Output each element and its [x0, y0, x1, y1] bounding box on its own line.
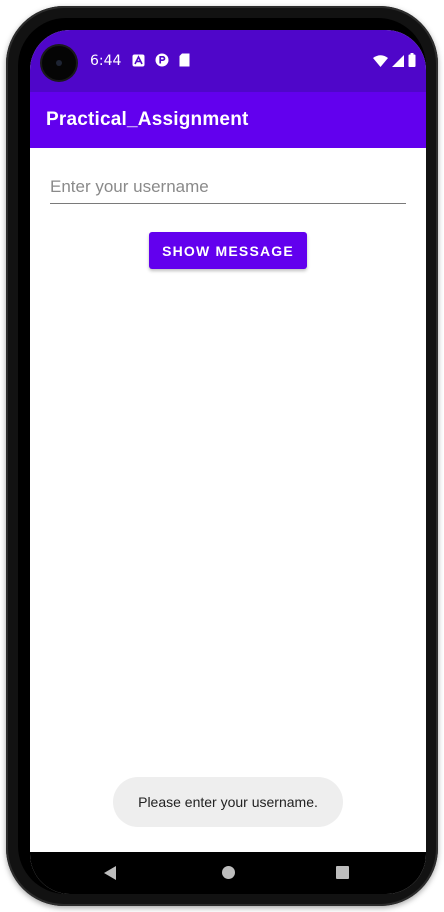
camera-lens: [56, 60, 62, 66]
home-icon[interactable]: [222, 866, 235, 879]
back-icon[interactable]: [104, 866, 116, 880]
app-bar: Practical_Assignment: [30, 92, 426, 148]
battery-icon: [408, 52, 416, 71]
username-input[interactable]: [50, 174, 406, 204]
status-time: 6:44: [90, 53, 122, 69]
show-message-button[interactable]: SHOW MESSAGE: [149, 232, 307, 269]
main-content: SHOW MESSAGE Please enter your username.: [30, 148, 426, 852]
toast-text: Please enter your username.: [138, 794, 318, 810]
app-title: Practical_Assignment: [46, 109, 249, 130]
front-camera: [42, 46, 76, 80]
device-screen: 6:44 Practical_Assignment Enter your use…: [30, 30, 426, 894]
wifi-icon: [373, 52, 388, 71]
p-notification-icon: [155, 52, 169, 71]
system-status-icons: [373, 52, 416, 70]
recents-icon[interactable]: [336, 866, 349, 879]
toast-message: Please enter your username.: [113, 777, 343, 827]
cellular-signal-icon: [392, 52, 404, 71]
phone-frame: 6:44 Practical_Assignment Enter your use…: [6, 6, 438, 906]
sd-card-icon: [179, 52, 190, 71]
status-bar: 6:44: [30, 30, 426, 92]
a-notification-icon: [132, 52, 145, 71]
navigation-bar: [30, 852, 426, 894]
notification-icons: [132, 52, 190, 70]
